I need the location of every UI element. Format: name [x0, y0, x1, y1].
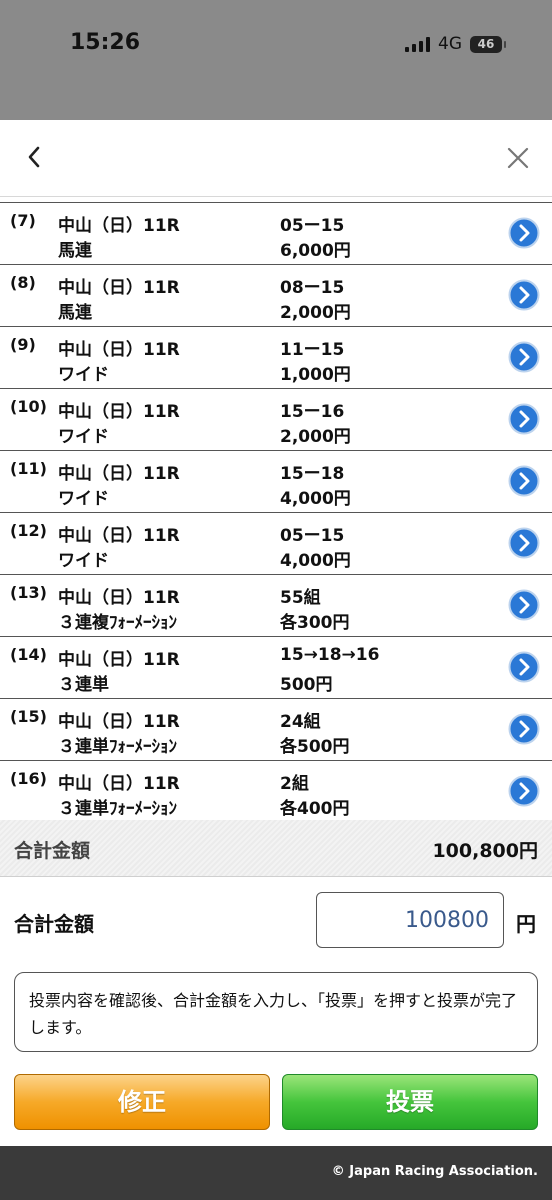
bet-row[interactable]: (7) 中山（日）11R 馬連 05ー15 6,000円 — [0, 203, 552, 265]
bet-row[interactable]: (10) 中山（日）11R ワイド 15ー16 2,000円 — [0, 389, 552, 451]
bet-combo: 55組 — [280, 588, 321, 608]
signal-icon — [405, 36, 430, 52]
bet-combo: 05ー15 — [280, 216, 345, 236]
bet-race: 中山（日）11R — [58, 588, 180, 608]
nav-bar — [0, 120, 552, 197]
total-amount-input[interactable] — [316, 892, 504, 948]
bet-combo: 24組 — [280, 712, 321, 732]
bet-combo: 15ー16 — [280, 402, 345, 422]
bet-row[interactable]: (16) 中山（日）11R ３連単ﾌｫｰﾒｰｼｮﾝ 2組 各400円 — [0, 761, 552, 823]
network-type: 4G — [438, 34, 462, 54]
bet-type: ワイド — [58, 365, 109, 385]
bet-type: ３連単ﾌｫｰﾒｰｼｮﾝ — [58, 737, 177, 757]
status-time: 15:26 — [70, 30, 141, 55]
bet-amount: 各300円 — [280, 613, 350, 633]
bet-type: 馬連 — [58, 303, 92, 323]
bet-number: (12) — [10, 521, 47, 540]
chevron-right-circle-icon[interactable] — [508, 775, 540, 807]
total-input-unit: 円 — [516, 912, 536, 936]
footer: © Japan Racing Association. — [0, 1146, 552, 1200]
chevron-right-circle-icon[interactable] — [508, 217, 540, 249]
bet-race: 中山（日）11R — [58, 712, 180, 732]
bet-amount: 各400円 — [280, 799, 350, 819]
bet-race: 中山（日）11R — [58, 216, 180, 236]
bet-number: (13) — [10, 583, 47, 602]
bet-combo: 15ー18 — [280, 464, 345, 484]
chevron-right-circle-icon[interactable] — [508, 589, 540, 621]
vote-button[interactable]: 投票 — [282, 1074, 538, 1130]
bet-combo: 11ー15 — [280, 340, 345, 360]
chevron-right-circle-icon[interactable] — [508, 403, 540, 435]
bet-type: ３連複ﾌｫｰﾒｰｼｮﾝ — [58, 613, 177, 633]
chevron-right-circle-icon[interactable] — [508, 713, 540, 745]
bet-combo: 05ー15 — [280, 526, 345, 546]
bet-race: 中山（日）11R — [58, 526, 180, 546]
bet-number: (16) — [10, 769, 47, 788]
bet-amount: 各500円 — [280, 737, 350, 757]
bet-race: 中山（日）11R — [58, 464, 180, 484]
bet-type: ワイド — [58, 489, 109, 509]
bet-amount: 4,000円 — [280, 489, 351, 509]
bet-row[interactable]: (15) 中山（日）11R ３連単ﾌｫｰﾒｰｼｮﾝ 24組 各500円 — [0, 699, 552, 761]
bet-race: 中山（日）11R — [58, 278, 180, 298]
bet-race: 中山（日）11R — [58, 340, 180, 360]
chevron-right-circle-icon[interactable] — [508, 279, 540, 311]
status-indicators: 4G 46 — [405, 34, 506, 54]
battery-icon: 46 — [470, 35, 506, 53]
bet-list: (7) 中山（日）11R 馬連 05ー15 6,000円 (8) 中山（日）11… — [0, 202, 552, 823]
chevron-right-circle-icon[interactable] — [508, 341, 540, 373]
bet-race: 中山（日）11R — [58, 774, 180, 794]
bet-number: (11) — [10, 459, 47, 478]
total-input-row: 合計金額 円 — [0, 892, 552, 952]
chevron-right-circle-icon[interactable] — [508, 465, 540, 497]
vote-notice: 投票内容を確認後、合計金額を入力し、「投票」を押すと投票が完了します。 — [14, 972, 538, 1052]
bet-row[interactable]: (11) 中山（日）11R ワイド 15ー18 4,000円 — [0, 451, 552, 513]
bet-type: ワイド — [58, 427, 109, 447]
bet-combo: 2組 — [280, 774, 309, 794]
bet-number: (8) — [10, 273, 36, 292]
bet-race: 中山（日）11R — [58, 650, 180, 670]
bet-amount: 1,000円 — [280, 365, 351, 385]
total-value: 100,800円 — [432, 840, 538, 862]
fix-button[interactable]: 修正 — [14, 1074, 270, 1130]
bet-combo: 08ー15 — [280, 278, 345, 298]
back-chevron-icon[interactable] — [22, 142, 46, 172]
bet-row[interactable]: (13) 中山（日）11R ３連複ﾌｫｰﾒｰｼｮﾝ 55組 各300円 — [0, 575, 552, 637]
chevron-right-circle-icon[interactable] — [508, 651, 540, 683]
bet-row[interactable]: (8) 中山（日）11R 馬連 08ー15 2,000円 — [0, 265, 552, 327]
total-input-label: 合計金額 — [14, 912, 94, 936]
copyright-text: © Japan Racing Association. — [331, 1164, 538, 1179]
bet-race: 中山（日）11R — [58, 402, 180, 422]
bet-number: (10) — [10, 397, 47, 416]
bet-combo: 15→18→16 — [280, 645, 380, 665]
bet-number: (9) — [10, 335, 36, 354]
bet-amount: 2,000円 — [280, 427, 351, 447]
bet-amount: 4,000円 — [280, 551, 351, 571]
close-icon[interactable] — [506, 146, 530, 170]
bet-number: (14) — [10, 645, 47, 664]
bet-number: (7) — [10, 211, 36, 230]
total-label: 合計金額 — [14, 840, 91, 862]
bet-amount: 2,000円 — [280, 303, 351, 323]
bet-type: ３連単ﾌｫｰﾒｰｼｮﾝ — [58, 799, 177, 819]
total-summary: 合計金額 100,800円 — [0, 820, 552, 877]
bet-type: 馬連 — [58, 241, 92, 261]
bet-row[interactable]: (14) 中山（日）11R ３連単 15→18→16 500円 — [0, 637, 552, 699]
bet-row[interactable]: (12) 中山（日）11R ワイド 05ー15 4,000円 — [0, 513, 552, 575]
bet-type: ワイド — [58, 551, 109, 571]
bet-amount: 6,000円 — [280, 241, 351, 261]
bet-amount: 500円 — [280, 675, 333, 695]
bet-row[interactable]: (9) 中山（日）11R ワイド 11ー15 1,000円 — [0, 327, 552, 389]
bet-confirm-sheet: (7) 中山（日）11R 馬連 05ー15 6,000円 (8) 中山（日）11… — [0, 120, 552, 1200]
bet-type: ３連単 — [58, 675, 109, 695]
chevron-right-circle-icon[interactable] — [508, 527, 540, 559]
status-bar: 15:26 4G 46 — [0, 0, 552, 120]
bet-number: (15) — [10, 707, 47, 726]
